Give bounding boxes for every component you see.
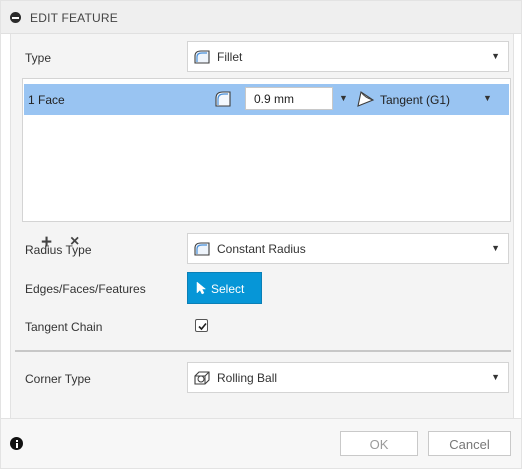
- selection-row-label: 1 Face: [28, 93, 65, 107]
- section-divider: [15, 350, 511, 352]
- cancel-button[interactable]: Cancel: [428, 431, 511, 456]
- dialog-body: Type Fillet ▼ 1 Face 0.9 mm ▼ Tangent (G…: [10, 34, 514, 418]
- select-button[interactable]: Select: [187, 272, 262, 304]
- chevron-down-icon: ▼: [491, 243, 500, 253]
- tangent-chain-label: Tangent Chain: [25, 320, 103, 334]
- info-icon[interactable]: [10, 437, 23, 450]
- rolling-ball-icon: [194, 371, 210, 385]
- collapse-icon[interactable]: [10, 12, 21, 23]
- select-button-label: Select: [211, 282, 245, 296]
- type-value: Fillet: [217, 50, 243, 64]
- dialog-footer: OK Cancel: [1, 418, 521, 468]
- ok-button[interactable]: OK: [340, 431, 418, 456]
- cursor-icon: [196, 281, 206, 295]
- type-dropdown[interactable]: Fillet ▼: [187, 41, 509, 72]
- tangent-icon: [357, 91, 375, 107]
- radius-icon: [215, 91, 231, 107]
- radius-type-value: Constant Radius: [217, 242, 306, 256]
- edges-label: Edges/Faces/Features: [25, 282, 146, 296]
- tangent-chain-checkbox[interactable]: [195, 319, 208, 332]
- selection-list[interactable]: 1 Face 0.9 mm ▼ Tangent (G1) ▼ + ×: [22, 78, 511, 252]
- corner-type-dropdown[interactable]: Rolling Ball ▼: [187, 362, 509, 393]
- chevron-down-icon: ▼: [491, 372, 500, 382]
- radius-chevron-down-icon[interactable]: ▼: [339, 93, 348, 103]
- edit-feature-dialog: EDIT FEATURE Type Fillet ▼ 1 Face 0.9 mm…: [0, 0, 522, 469]
- continuity-chevron-down-icon[interactable]: ▼: [483, 93, 492, 103]
- selection-row[interactable]: 1 Face 0.9 mm ▼ Tangent (G1) ▼: [24, 84, 509, 115]
- radius-type-label: Radius Type: [25, 243, 92, 257]
- continuity-value[interactable]: Tangent (G1): [380, 93, 450, 107]
- chevron-down-icon: ▼: [491, 51, 500, 61]
- checkmark-icon: [198, 322, 207, 331]
- dialog-title: EDIT FEATURE: [30, 11, 118, 25]
- type-label: Type: [25, 51, 52, 65]
- fillet-icon: [194, 50, 210, 64]
- radius-input[interactable]: 0.9 mm: [245, 87, 333, 110]
- corner-type-label: Corner Type: [25, 372, 91, 386]
- radius-type-dropdown[interactable]: Constant Radius ▼: [187, 233, 509, 264]
- dialog-header: EDIT FEATURE: [1, 1, 521, 34]
- corner-type-value: Rolling Ball: [217, 371, 278, 385]
- constant-radius-icon: [194, 242, 210, 256]
